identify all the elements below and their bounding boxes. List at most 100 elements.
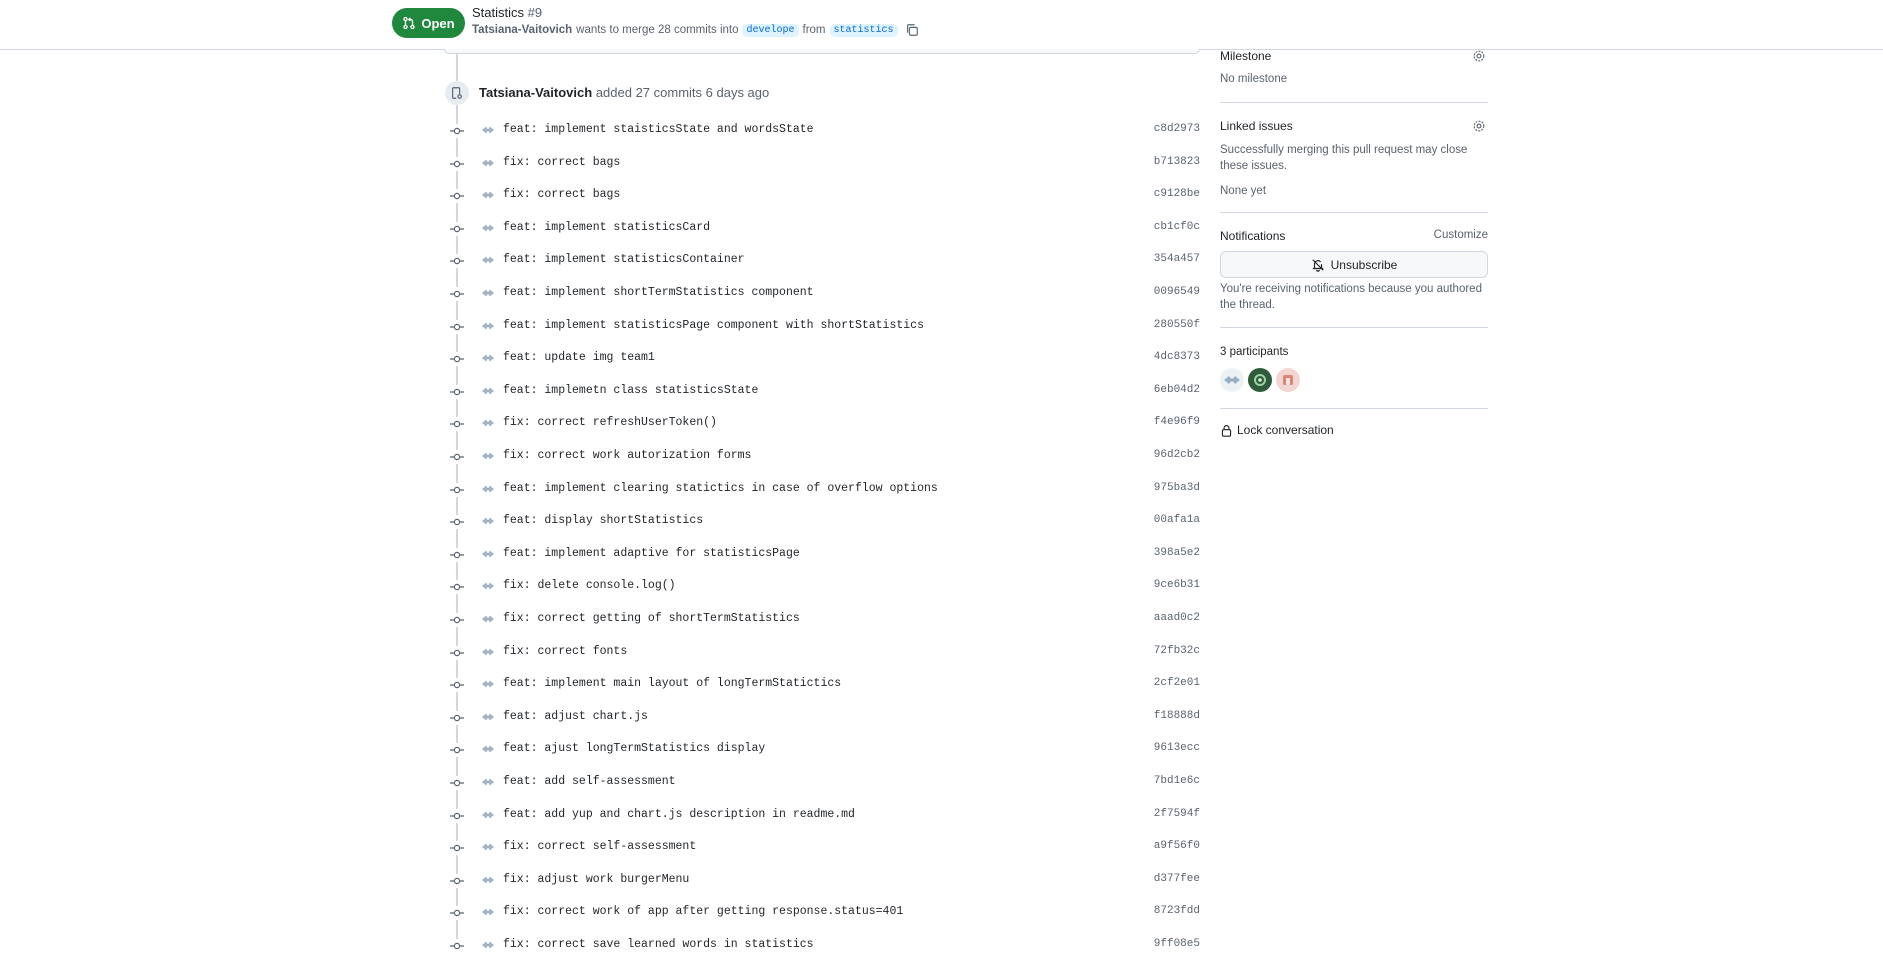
commit-message-link[interactable]: fix: correct save learned words in stati… xyxy=(503,938,814,951)
commit-author-avatar[interactable] xyxy=(481,677,495,691)
participant-avatar[interactable] xyxy=(1248,368,1272,392)
commit-author-avatar[interactable] xyxy=(481,188,495,202)
commit-sha-link[interactable]: 398a5e2 xyxy=(1154,547,1200,559)
copy-icon[interactable] xyxy=(905,23,919,37)
commit-author-avatar[interactable] xyxy=(481,808,495,822)
commit-sha-link[interactable]: 00afa1a xyxy=(1154,514,1200,526)
commit-sha-link[interactable]: c8d2973 xyxy=(1154,123,1200,135)
commit-message-link[interactable]: fix: correct work autorization forms xyxy=(503,449,751,462)
linked-issues-heading[interactable]: Linked issues xyxy=(1220,119,1488,133)
commit-sha-link[interactable]: 9ff08e5 xyxy=(1154,938,1200,950)
head-branch[interactable]: statistics xyxy=(829,23,898,37)
lock-row[interactable]: Lock conversation xyxy=(1220,423,1488,437)
commit-message-link[interactable]: feat: implement adaptive for statisticsP… xyxy=(503,547,800,560)
commit-author-avatar[interactable] xyxy=(481,742,495,756)
commit-author-avatar[interactable] xyxy=(481,482,495,496)
commit-message-link[interactable]: feat: implement shortTermStatistics comp… xyxy=(503,286,814,299)
commit-sha-link[interactable]: d377fee xyxy=(1154,873,1200,885)
lock-conversation-link[interactable]: Lock conversation xyxy=(1220,423,1488,437)
commit-message-link[interactable]: feat: implemetn class statisticsState xyxy=(503,384,758,397)
commit-sha-link[interactable]: f18888d xyxy=(1154,710,1200,722)
commit-sha-link[interactable]: 2f7594f xyxy=(1154,808,1200,820)
commit-author-avatar[interactable] xyxy=(481,547,495,561)
commit-author-avatar[interactable] xyxy=(481,905,495,919)
commit-author-avatar[interactable] xyxy=(481,253,495,267)
commit-message-link[interactable]: feat: implement staisticsState and words… xyxy=(503,123,814,136)
commit-sha-link[interactable]: 975ba3d xyxy=(1154,482,1200,494)
customize-link[interactable]: Customize xyxy=(1434,229,1488,241)
commit-message-link[interactable]: fix: correct getting of shortTermStatist… xyxy=(503,612,800,625)
commit-author-avatar[interactable] xyxy=(481,612,495,626)
commit-message-link[interactable]: feat: implement clearing statictics in c… xyxy=(503,482,938,495)
commit-sha-link[interactable]: 4dc8373 xyxy=(1154,351,1200,363)
commit-sha-link[interactable]: 72fb32c xyxy=(1154,645,1200,657)
commit-author-avatar[interactable] xyxy=(481,156,495,170)
commit-message-link[interactable]: fix: correct self-assessment xyxy=(503,840,696,853)
commit-message-link[interactable]: fix: delete console.log() xyxy=(503,579,676,592)
commit-message-link[interactable]: fix: adjust work burgerMenu xyxy=(503,873,689,886)
commit-sha-link[interactable]: 2cf2e01 xyxy=(1154,677,1200,689)
commit-sha-link[interactable]: 96d2cb2 xyxy=(1154,449,1200,461)
commit-author-avatar[interactable] xyxy=(481,710,495,724)
event-actor-link[interactable]: Tatsiana-Vaitovich xyxy=(479,85,592,100)
unsubscribe-button[interactable]: Unsubscribe xyxy=(1220,251,1488,278)
commit-sha-link[interactable]: 6eb04d2 xyxy=(1154,384,1200,396)
commit-sha-link[interactable]: c9128be xyxy=(1154,188,1200,200)
git-commit-icon xyxy=(450,743,464,757)
pr-author-link[interactable]: Tatsiana-Vaitovich xyxy=(472,24,572,36)
base-branch[interactable]: develope xyxy=(742,23,799,37)
commit-author-avatar[interactable] xyxy=(481,645,495,659)
commit-sha-link[interactable]: 8723fdd xyxy=(1154,905,1200,917)
commit-author-avatar[interactable] xyxy=(481,319,495,333)
commit-message-link[interactable]: fix: correct bags xyxy=(503,188,620,201)
commit-author-avatar[interactable] xyxy=(481,286,495,300)
commit-sha-link[interactable]: aaad0c2 xyxy=(1154,612,1200,624)
commit-sha-link[interactable]: a9f56f0 xyxy=(1154,840,1200,852)
commit-message-link[interactable]: feat: display shortStatistics xyxy=(503,514,703,527)
milestone-heading[interactable]: Milestone xyxy=(1220,49,1488,63)
commit-message-link[interactable]: feat: ajust longTermStatistics display xyxy=(503,742,765,755)
commit-message-link[interactable]: feat: implement statisticsCard xyxy=(503,221,710,234)
commit-message-link[interactable]: feat: adjust chart.js xyxy=(503,710,648,723)
commit-sha-link[interactable]: 7bd1e6c xyxy=(1154,775,1200,787)
notifications-section: Notifications Customize Unsubscribe You'… xyxy=(1220,229,1488,311)
commit-author-avatar[interactable] xyxy=(481,938,495,952)
commit-message-link[interactable]: feat: add self-assessment xyxy=(503,775,676,788)
commit-author-avatar[interactable] xyxy=(481,873,495,887)
commit-author-avatar[interactable] xyxy=(481,579,495,593)
commit-author-avatar[interactable] xyxy=(481,351,495,365)
commit-author-avatar[interactable] xyxy=(481,449,495,463)
commit-sha-link[interactable]: cb1cf0c xyxy=(1154,221,1200,233)
commit-author-avatar[interactable] xyxy=(481,123,495,137)
commit-row: fix: correct bags b713823 xyxy=(450,153,1200,173)
commit-message-link[interactable]: feat: add yup and chart.js description i… xyxy=(503,808,855,821)
commit-sha-link[interactable]: 354a457 xyxy=(1154,253,1200,265)
commit-message-link[interactable]: feat: implement statisticsContainer xyxy=(503,253,745,266)
commit-message-link[interactable]: feat: implement statisticsPage component… xyxy=(503,319,924,332)
commit-message-link[interactable]: feat: implement main layout of longTermS… xyxy=(503,677,841,690)
commit-sha-link[interactable]: 0096549 xyxy=(1154,286,1200,298)
commit-message-link[interactable]: fix: correct fonts xyxy=(503,645,627,658)
pr-title-text: Statistics xyxy=(472,5,525,20)
commit-author-avatar[interactable] xyxy=(481,514,495,528)
commit-sha-link[interactable]: 9613ecc xyxy=(1154,742,1200,754)
participant-avatar[interactable] xyxy=(1220,368,1244,392)
milestone-value: No milestone xyxy=(1220,73,1288,85)
commit-message-link[interactable]: fix: correct refreshUserToken() xyxy=(503,416,717,429)
commit-author-avatar[interactable] xyxy=(481,775,495,789)
commit-author-avatar[interactable] xyxy=(481,416,495,430)
commit-author-avatar[interactable] xyxy=(481,221,495,235)
commit-sha-link[interactable]: f4e96f9 xyxy=(1154,416,1200,428)
divider xyxy=(1220,102,1488,103)
commit-sha-link[interactable]: 280550f xyxy=(1154,319,1200,331)
gear-icon[interactable] xyxy=(1472,49,1486,63)
commit-message-link[interactable]: feat: update img team1 xyxy=(503,351,655,364)
commit-message-link[interactable]: fix: correct bags xyxy=(503,156,620,169)
commit-sha-link[interactable]: 9ce6b31 xyxy=(1154,579,1200,591)
commit-message-link[interactable]: fix: correct work of app after getting r… xyxy=(503,905,903,918)
commit-author-avatar[interactable] xyxy=(481,840,495,854)
commit-sha-link[interactable]: b713823 xyxy=(1154,156,1200,168)
gear-icon[interactable] xyxy=(1472,119,1486,133)
participant-avatar[interactable] xyxy=(1276,368,1300,392)
commit-author-avatar[interactable] xyxy=(481,384,495,398)
